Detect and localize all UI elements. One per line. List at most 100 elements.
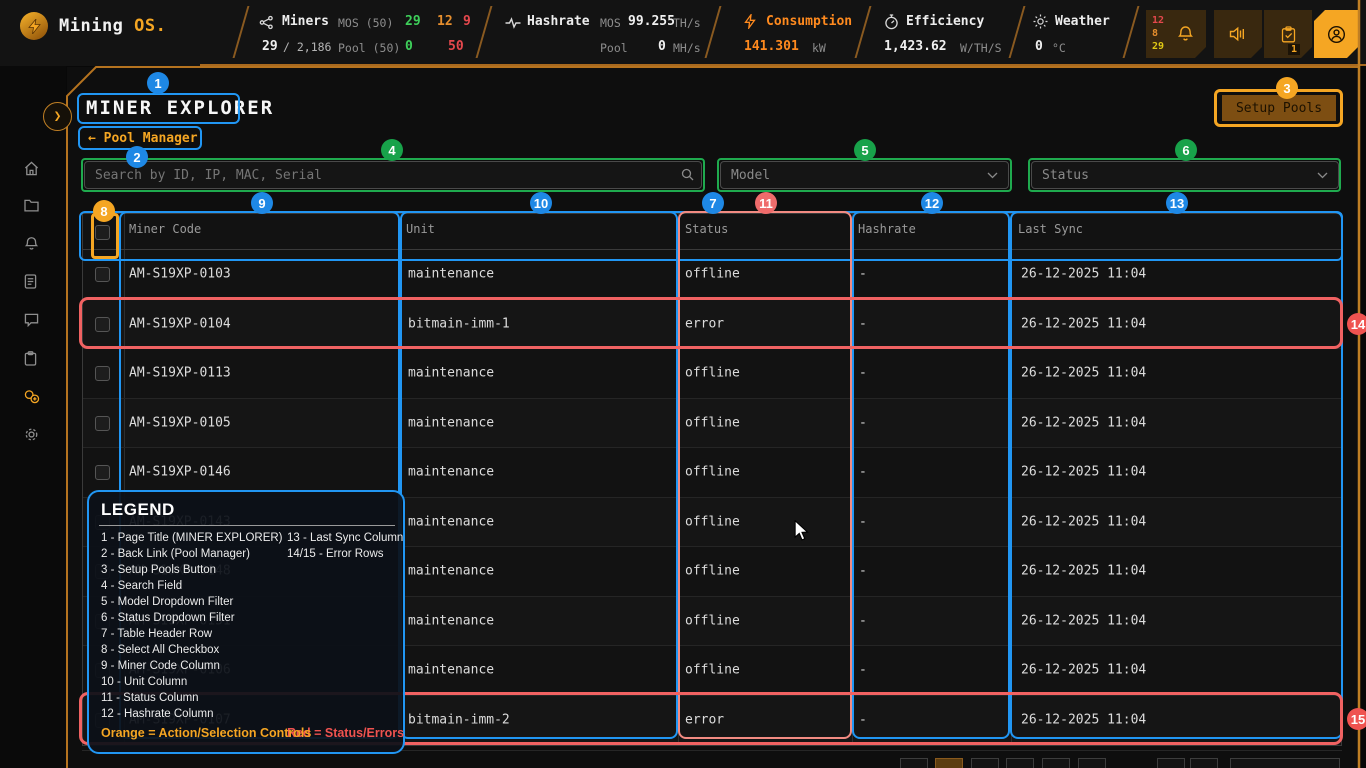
- table-row[interactable]: AM-S19XP-0113 maintenance offline - 26-1…: [83, 349, 1341, 399]
- header-miner-code[interactable]: Miner Code: [129, 222, 201, 236]
- miners-nodes-icon: [259, 15, 274, 30]
- sidebar-item-home[interactable]: [24, 161, 39, 176]
- weather-value: 0: [1035, 39, 1043, 54]
- hashrate-pool-value: 0: [658, 39, 666, 54]
- cell-unit: maintenance: [408, 366, 494, 381]
- model-filter-dropdown[interactable]: Model: [720, 161, 1009, 189]
- row-checkbox[interactable]: [95, 267, 110, 282]
- row-checkbox[interactable]: [95, 317, 110, 332]
- miners-mos-green: 29: [405, 14, 421, 29]
- sidebar-item-reports[interactable]: [24, 274, 39, 289]
- pagination-next-button[interactable]: [1230, 758, 1340, 768]
- legend-item: 4 - Search Field: [101, 578, 283, 594]
- header-unit[interactable]: Unit: [406, 222, 435, 236]
- legend-item: 2 - Back Link (Pool Manager): [101, 546, 283, 562]
- cell-unit: maintenance: [408, 613, 494, 628]
- legend-item: 7 - Table Header Row: [101, 626, 283, 642]
- consumption-lightning-icon: [744, 14, 756, 29]
- cell-miner-code: AM-S19XP-0146: [129, 465, 231, 480]
- cell-last-sync: 26-12-2025 11:04: [1021, 366, 1146, 381]
- brand-logo[interactable]: Mining OS.: [20, 12, 166, 40]
- sidebar-item-files[interactable]: [24, 199, 39, 214]
- legend-panel: LEGEND 1 - Page Title (MINER EXPLORER)2 …: [87, 490, 405, 754]
- annotation-badge-12: 12: [921, 192, 943, 214]
- sidebar-item-pools[interactable]: [24, 389, 39, 404]
- page-title: MINER EXPLORER: [86, 97, 274, 119]
- header-last-sync[interactable]: Last Sync: [1018, 222, 1083, 236]
- table-row[interactable]: AM-S19XP-0105 maintenance offline - 26-1…: [83, 399, 1341, 449]
- header-hashrate[interactable]: Hashrate: [858, 222, 916, 236]
- cell-hashrate: -: [859, 564, 867, 579]
- row-checkbox[interactable]: [95, 416, 110, 431]
- annotation-badge-1: 1: [147, 72, 169, 94]
- miners-pool-label: Pool (50): [338, 41, 400, 55]
- cell-last-sync: 26-12-2025 11:04: [1021, 613, 1146, 628]
- profile-button[interactable]: [1314, 10, 1358, 58]
- miners-count: 29: [262, 39, 278, 54]
- notification-counts: 12 8 29: [1152, 14, 1164, 53]
- pagination-button[interactable]: [1006, 758, 1034, 768]
- setup-pools-button[interactable]: Setup Pools: [1222, 95, 1336, 121]
- cell-unit: maintenance: [408, 267, 494, 282]
- annotation-badge-3: 3: [1276, 77, 1298, 99]
- annotation-badge-13: 13: [1166, 192, 1188, 214]
- audio-button[interactable]: [1214, 10, 1262, 58]
- cell-status: offline: [685, 366, 740, 381]
- cell-hashrate: -: [859, 415, 867, 430]
- annotation-badge-6: 6: [1175, 139, 1197, 161]
- cell-status: offline: [685, 267, 740, 282]
- notifications-button[interactable]: 12 8 29: [1146, 10, 1206, 58]
- sidebar-item-settings[interactable]: [24, 427, 39, 442]
- consumption-unit: kW: [812, 41, 826, 55]
- sidebar: [0, 66, 66, 768]
- miners-total: / 2,186: [283, 40, 331, 54]
- legend-column-2: 13 - Last Sync Column14/15 - Error Rows: [287, 530, 403, 562]
- table-row[interactable]: AM-S19XP-0103 maintenance offline - 26-1…: [83, 250, 1341, 300]
- row-checkbox[interactable]: [95, 465, 110, 480]
- select-all-checkbox[interactable]: [95, 225, 110, 240]
- table-header-row: Miner Code Unit Status Hashrate Last Syn…: [83, 214, 1341, 250]
- cell-status: offline: [685, 564, 740, 579]
- sidebar-expand-button[interactable]: ❯: [43, 102, 72, 131]
- weather-unit: °C: [1052, 41, 1066, 55]
- legend-item: 13 - Last Sync Column: [287, 530, 403, 546]
- legend-title: LEGEND: [101, 500, 175, 520]
- sidebar-item-messages[interactable]: [24, 313, 39, 328]
- cell-unit: maintenance: [408, 663, 494, 678]
- table-row[interactable]: AM-S19XP-0104 bitmain-imm-1 error - 26-1…: [83, 300, 1341, 350]
- tasks-button[interactable]: 1: [1264, 10, 1312, 58]
- pagination-button[interactable]: [1190, 758, 1218, 768]
- efficiency-label: Efficiency: [906, 14, 984, 29]
- speaker-icon: [1229, 26, 1248, 42]
- back-link[interactable]: ← Pool Manager: [88, 131, 198, 146]
- cell-miner-code: AM-S19XP-0103: [129, 267, 231, 282]
- pagination-button-active[interactable]: [935, 758, 963, 768]
- pagination-button[interactable]: [971, 758, 999, 768]
- cell-last-sync: 26-12-2025 11:04: [1021, 465, 1146, 480]
- pagination-button[interactable]: [1078, 758, 1106, 768]
- header-status[interactable]: Status: [685, 222, 728, 236]
- miners-mos-red: 9: [463, 14, 471, 29]
- pagination-button[interactable]: [900, 758, 928, 768]
- legend-item: 1 - Page Title (MINER EXPLORER): [101, 530, 283, 546]
- sidebar-item-clipboard[interactable]: [24, 351, 39, 366]
- pagination-button[interactable]: [1042, 758, 1070, 768]
- mining-os-app: { "brand": { "name_primary": "Mining", "…: [0, 0, 1366, 768]
- cell-status: offline: [685, 613, 740, 628]
- weather-label: Weather: [1055, 14, 1110, 29]
- annotation-badge-2: 2: [126, 146, 148, 168]
- legend-item: 6 - Status Dropdown Filter: [101, 610, 283, 626]
- row-checkbox[interactable]: [95, 366, 110, 381]
- annotation-badge-14: 14: [1347, 313, 1366, 335]
- hashrate-pool-unit: MH/s: [673, 41, 701, 55]
- sidebar-item-notifications[interactable]: [24, 236, 39, 251]
- topbar-separator: [1009, 6, 1026, 58]
- consumption-value: 141.301: [744, 39, 799, 54]
- status-filter-dropdown[interactable]: Status: [1031, 161, 1339, 189]
- search-input[interactable]: [84, 161, 702, 189]
- annotation-badge-9: 9: [251, 192, 273, 214]
- annotation-badge-10: 10: [530, 192, 552, 214]
- pagination-button[interactable]: [1157, 758, 1185, 768]
- cell-last-sync: 26-12-2025 11:04: [1021, 564, 1146, 579]
- cell-hashrate: -: [859, 465, 867, 480]
